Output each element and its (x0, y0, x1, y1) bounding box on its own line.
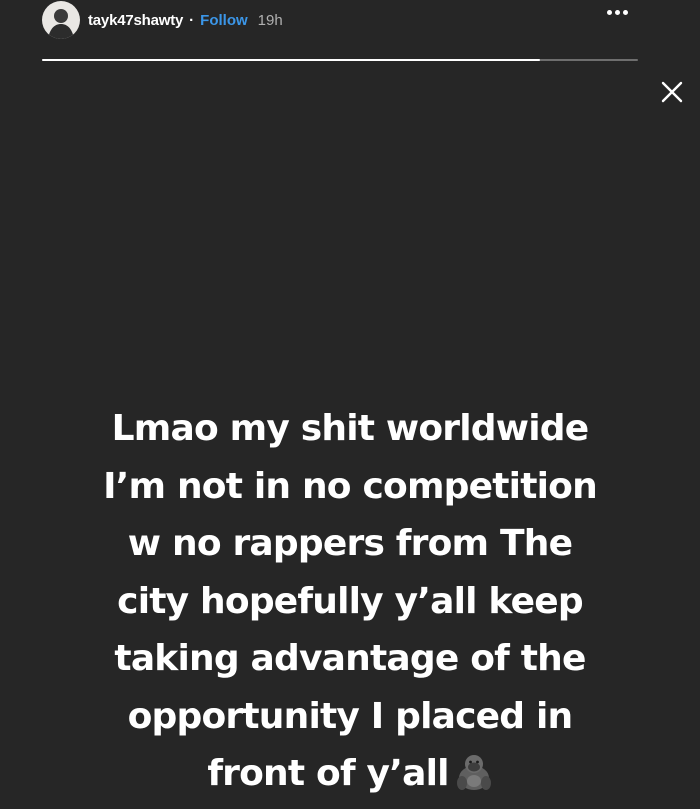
story-text-line: city hopefully y’all keep (117, 580, 583, 622)
story-header: tayk47shawty · Follow 19h (42, 0, 283, 40)
story-text-line: w no rappers from The (127, 523, 573, 564)
more-dot (607, 10, 612, 15)
post-time: 19h (257, 11, 283, 29)
gorilla-emoji-icon (455, 751, 493, 809)
close-icon[interactable] (660, 80, 684, 104)
separator-dot: · (189, 11, 195, 29)
story-viewer: tayk47shawty · Follow 19h Lmao my shit w… (0, 0, 700, 809)
story-text-line-last: front of y’all (0, 745, 700, 809)
follow-button[interactable]: Follow (200, 12, 248, 29)
avatar-person-icon (48, 9, 74, 39)
story-text-line: front of y’all (207, 753, 449, 794)
story-progress-bar (42, 59, 638, 61)
story-text-line: taking advantage of the (114, 638, 586, 679)
story-text-line: I’m not in no competition (103, 465, 598, 507)
story-text-line: opportunity I placed in (127, 695, 574, 737)
story-text-line: Lmao my shit worldwide (111, 408, 590, 449)
story-progress-fill (42, 59, 540, 61)
more-dot (623, 10, 628, 15)
more-dot (615, 10, 620, 15)
username[interactable]: tayk47shawty (88, 12, 183, 29)
more-options-icon[interactable] (607, 10, 628, 15)
story-text: Lmao my shit worldwide I’m not in no com… (0, 400, 700, 809)
avatar[interactable] (42, 1, 80, 39)
